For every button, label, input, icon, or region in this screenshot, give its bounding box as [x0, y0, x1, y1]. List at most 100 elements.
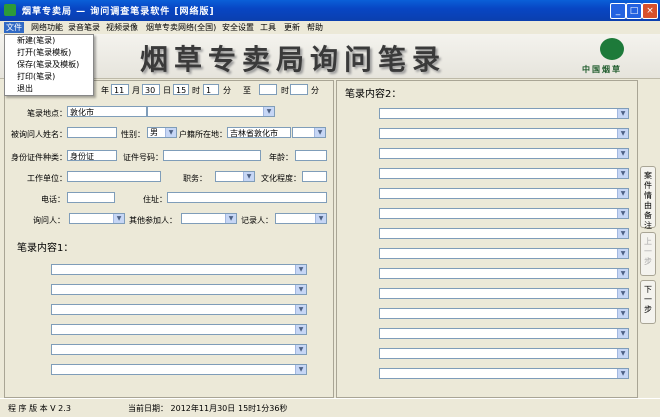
chevron-down-icon: ▼: [617, 369, 628, 378]
chevron-down-icon: ▼: [243, 172, 254, 181]
recorder-select[interactable]: ▼: [275, 213, 327, 224]
content2-line[interactable]: ▼: [379, 148, 629, 159]
chevron-down-icon: ▼: [617, 269, 628, 278]
menu-item-print[interactable]: 打印(笔录): [5, 71, 93, 83]
content1-line[interactable]: ▼: [51, 364, 307, 375]
content2-line[interactable]: ▼: [379, 108, 629, 119]
content2-line[interactable]: ▼: [379, 288, 629, 299]
hour2-label: 时: [281, 86, 289, 95]
age-input[interactable]: [295, 150, 327, 161]
chevron-down-icon: ▼: [617, 349, 628, 358]
content1-title: 笔录内容1：: [17, 243, 74, 254]
job-select[interactable]: ▼: [215, 171, 255, 182]
app-icon: [4, 4, 16, 16]
menu-item-open[interactable]: 打开(笔录模板): [5, 47, 93, 59]
content2-line[interactable]: ▼: [379, 208, 629, 219]
chevron-down-icon: ▼: [617, 209, 628, 218]
content2-line[interactable]: ▼: [379, 228, 629, 239]
content2-line[interactable]: ▼: [379, 328, 629, 339]
chevron-down-icon: ▼: [113, 214, 124, 223]
content2-line[interactable]: ▼: [379, 308, 629, 319]
menu-audio[interactable]: 录音笔录: [66, 22, 102, 33]
minute-input[interactable]: 1: [203, 84, 219, 95]
chevron-down-icon: ▼: [295, 325, 306, 334]
menu-tobacco-net[interactable]: 烟草专卖网络(全国): [144, 22, 218, 33]
content1-line[interactable]: ▼: [51, 344, 307, 355]
location-label: 笔录地点：: [27, 109, 67, 118]
content1-line[interactable]: ▼: [51, 284, 307, 295]
content2-line[interactable]: ▼: [379, 168, 629, 179]
case-notes-tab[interactable]: 案件情由备注: [640, 166, 656, 230]
menu-file[interactable]: 文件: [4, 22, 24, 33]
content2-title: 笔录内容2：: [345, 89, 402, 100]
menu-item-exit[interactable]: 退出: [5, 83, 93, 95]
chevron-down-icon: ▼: [165, 128, 176, 137]
content1-line[interactable]: ▼: [51, 324, 307, 335]
age-label: 年龄：: [269, 153, 293, 162]
phone-label: 电话：: [41, 195, 65, 204]
right-panel: 笔录内容2： ▼ ▼ ▼ ▼ ▼ ▼ ▼ ▼ ▼ ▼ ▼ ▼ ▼ ▼: [336, 80, 638, 398]
left-panel: 年 11 月 30 日 15 时 1 分 至 时 分 笔录地点： 敦化市 ▼ 被…: [4, 80, 334, 398]
location-input[interactable]: 敦化市: [67, 106, 147, 117]
edu-label: 文化程度：: [261, 174, 301, 183]
content2-line[interactable]: ▼: [379, 368, 629, 379]
location-select[interactable]: ▼: [147, 106, 275, 117]
close-button[interactable]: ×: [642, 3, 658, 19]
menu-network[interactable]: 网络功能: [29, 22, 65, 33]
edu-input[interactable]: [302, 171, 327, 182]
content1-line[interactable]: ▼: [51, 304, 307, 315]
chevron-down-icon: ▼: [617, 289, 628, 298]
other-label: 其他参加人：: [129, 216, 177, 225]
content2-line[interactable]: ▼: [379, 268, 629, 279]
content2-line[interactable]: ▼: [379, 248, 629, 259]
day-input[interactable]: 30: [142, 84, 160, 95]
menu-help[interactable]: 帮助: [305, 22, 325, 33]
menu-video[interactable]: 视频录像: [104, 22, 140, 33]
hour-input[interactable]: 15: [173, 84, 189, 95]
inquirer-label: 询问人：: [33, 216, 65, 225]
month-label: 月: [132, 86, 140, 95]
content2-line[interactable]: ▼: [379, 128, 629, 139]
other-select[interactable]: ▼: [181, 213, 237, 224]
address-label: 住址：: [143, 195, 167, 204]
chevron-down-icon: ▼: [225, 214, 236, 223]
chevron-down-icon: ▼: [295, 285, 306, 294]
menu-update[interactable]: 更新: [282, 22, 302, 33]
version-text: 程 序 版 本 V 2.3: [8, 404, 71, 413]
menu-item-save[interactable]: 保存(笔录及模板): [5, 59, 93, 71]
chevron-down-icon: ▼: [617, 189, 628, 198]
next-step-tab[interactable]: 下一步: [640, 280, 656, 324]
minimize-button[interactable]: _: [610, 3, 626, 19]
gender-select[interactable]: 男 ▼: [147, 127, 177, 138]
gender-label: 性别：: [121, 130, 145, 139]
prev-step-tab[interactable]: 上一步: [640, 232, 656, 276]
window-title: 烟草专卖局 — 询问调查笔录软件 [网络版]: [22, 7, 215, 17]
chevron-down-icon: ▼: [315, 214, 326, 223]
chevron-down-icon: ▼: [617, 149, 628, 158]
id-type-input[interactable]: 身份证: [67, 150, 117, 161]
name-input[interactable]: [67, 127, 117, 138]
minute2-input[interactable]: [290, 84, 308, 95]
maximize-button[interactable]: □: [626, 3, 642, 19]
hour2-input[interactable]: [259, 84, 277, 95]
menu-item-new[interactable]: 新建(笔录): [5, 35, 93, 47]
id-no-input[interactable]: [163, 150, 261, 161]
recorder-label: 记录人：: [241, 216, 273, 225]
page-title: 烟草专卖局询问笔录: [140, 43, 447, 76]
chevron-down-icon: ▼: [314, 128, 325, 137]
address-input[interactable]: [167, 192, 327, 203]
phone-input[interactable]: [67, 192, 115, 203]
tobacco-logo-icon: [600, 38, 624, 60]
inquirer-select[interactable]: ▼: [69, 213, 125, 224]
content1-line[interactable]: ▼: [51, 264, 307, 275]
work-input[interactable]: [67, 171, 161, 182]
hukou-input[interactable]: 吉林省敦化市: [227, 127, 291, 138]
content2-line[interactable]: ▼: [379, 188, 629, 199]
month-input[interactable]: 11: [111, 84, 129, 95]
content2-line[interactable]: ▼: [379, 348, 629, 359]
current-date: 当前日期： 2012年11月30日: [128, 404, 236, 413]
day-label: 日: [163, 86, 171, 95]
hukou-select[interactable]: ▼: [292, 127, 326, 138]
menu-security[interactable]: 安全设置: [220, 22, 256, 33]
menu-tools[interactable]: 工具: [258, 22, 278, 33]
